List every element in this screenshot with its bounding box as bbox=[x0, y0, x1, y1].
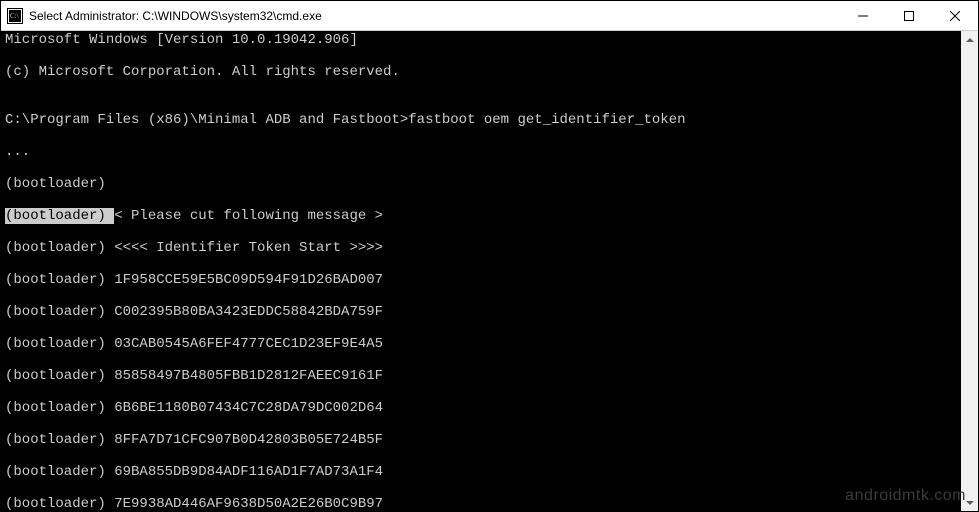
terminal-line: (c) Microsoft Corporation. All rights re… bbox=[5, 64, 957, 80]
window-controls bbox=[840, 1, 978, 30]
terminal-line: (bootloader) C002395B80BA3423EDDC58842BD… bbox=[5, 304, 957, 320]
maximize-icon bbox=[904, 11, 914, 21]
terminal-content[interactable]: Microsoft Windows [Version 10.0.19042.90… bbox=[1, 31, 961, 511]
cmd-icon: C:\ bbox=[7, 8, 23, 24]
terminal-line: (bootloader) 03CAB0545A6FEF4777CEC1D23EF… bbox=[5, 336, 957, 352]
scrollbar-track[interactable] bbox=[961, 48, 978, 494]
terminal-line: (bootloader) 6B6BE1180B07434C7C28DA79DC0… bbox=[5, 400, 957, 416]
cmd-window: C:\ Select Administrator: C:\WINDOWS\sys… bbox=[0, 0, 979, 512]
scrollbar[interactable] bbox=[961, 31, 978, 511]
chevron-up-icon bbox=[966, 38, 974, 42]
terminal-line: (bootloader) 8FFA7D71CFC907B0D42803B05E7… bbox=[5, 432, 957, 448]
text: (bootloader) 69BA855DB9D84ADF116AD1F7AD7… bbox=[5, 464, 383, 480]
scroll-up-button[interactable] bbox=[961, 31, 978, 48]
terminal-line: (bootloader) 85858497B4805FBB1D2812FAEEC… bbox=[5, 368, 957, 384]
svg-text:C:\: C:\ bbox=[10, 12, 19, 20]
text: (bootloader) 8FFA7D71CFC907B0D42803B05E7… bbox=[5, 432, 383, 448]
text: (bootloader) 7E9938AD446AF9638D50A2E26B0… bbox=[5, 496, 383, 511]
terminal-line: (bootloader) 7E9938AD446AF9638D50A2E26B0… bbox=[5, 496, 957, 511]
selected-text: (bootloader) bbox=[5, 208, 114, 224]
maximize-button[interactable] bbox=[886, 1, 932, 30]
chevron-down-icon bbox=[966, 501, 974, 505]
terminal-line: (bootloader) bbox=[5, 176, 957, 192]
text: C:\Program Files (x86)\Minimal ADB and F… bbox=[5, 112, 686, 128]
text: (bootloader) 6B6BE1180B07434C7C28DA79DC0… bbox=[5, 400, 383, 416]
text: (bootloader) C002395B80BA3423EDDC58842BD… bbox=[5, 304, 383, 320]
terminal-line: ... bbox=[5, 144, 957, 160]
watermark: androidmtk.com bbox=[845, 487, 966, 505]
minimize-button[interactable] bbox=[840, 1, 886, 30]
text: < Please cut following message > bbox=[114, 208, 383, 224]
close-icon bbox=[950, 11, 960, 21]
app-icon: C:\ bbox=[1, 8, 29, 24]
text: Microsoft Windows [Version 10.0.19042.90… bbox=[5, 32, 358, 48]
text: (bootloader) 1F958CCE59E5BC09D594F91D26B… bbox=[5, 272, 383, 288]
text: ... bbox=[5, 144, 30, 160]
close-button[interactable] bbox=[932, 1, 978, 30]
terminal-line: (bootloader) <<<< Identifier Token Start… bbox=[5, 240, 957, 256]
terminal-line: (bootloader) < Please cut following mess… bbox=[5, 208, 957, 224]
text: (bootloader) <<<< Identifier Token Start… bbox=[5, 240, 383, 256]
text: (bootloader) 85858497B4805FBB1D2812FAEEC… bbox=[5, 368, 383, 384]
minimize-icon bbox=[858, 11, 868, 21]
terminal-line: Microsoft Windows [Version 10.0.19042.90… bbox=[5, 32, 957, 48]
titlebar: C:\ Select Administrator: C:\WINDOWS\sys… bbox=[1, 1, 978, 31]
terminal[interactable]: Microsoft Windows [Version 10.0.19042.90… bbox=[1, 31, 978, 511]
text: (bootloader) 03CAB0545A6FEF4777CEC1D23EF… bbox=[5, 336, 383, 352]
window-title: Select Administrator: C:\WINDOWS\system3… bbox=[29, 9, 322, 23]
terminal-line: (bootloader) 1F958CCE59E5BC09D594F91D26B… bbox=[5, 272, 957, 288]
terminal-line: C:\Program Files (x86)\Minimal ADB and F… bbox=[5, 112, 957, 128]
text: (c) Microsoft Corporation. All rights re… bbox=[5, 64, 400, 80]
terminal-line: (bootloader) 69BA855DB9D84ADF116AD1F7AD7… bbox=[5, 464, 957, 480]
text: (bootloader) bbox=[5, 176, 106, 192]
